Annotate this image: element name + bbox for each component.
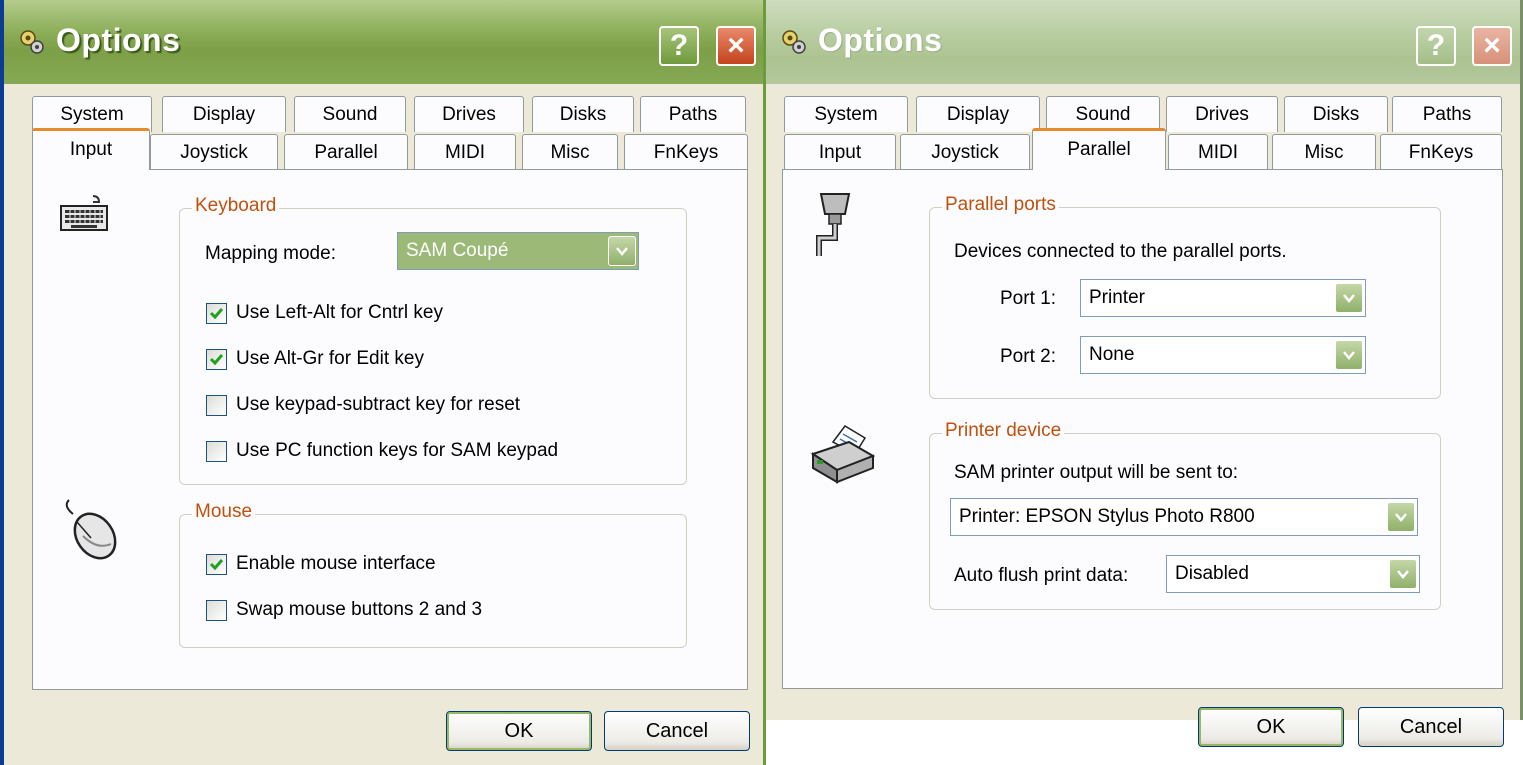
tab-sound[interactable]: Sound [1046,96,1160,132]
tab-midi[interactable]: MIDI [1168,134,1268,170]
tab-joystick[interactable]: Joystick [900,134,1030,170]
parallel-ports-group: Parallel ports Devices connected to the … [929,194,1441,399]
title-bar[interactable]: Options ? × [766,0,1520,84]
enable-mouse-checkbox[interactable] [206,554,227,575]
printer-device-group-label: Printer device [942,420,1065,442]
keypad-reset-checkbox[interactable] [206,395,227,416]
keyboard-icon [60,195,108,231]
port1-value: Printer [1089,287,1145,308]
window-title: Options [818,22,943,58]
keyboard-group: Keyboard Mapping mode: SAM Coupé Use Lef… [179,195,687,485]
tab-drives[interactable]: Drives [1166,96,1278,132]
parallel-ports-description: Devices connected to the parallel ports. [954,241,1287,262]
parallel-ports-group-label: Parallel ports [942,194,1059,216]
check-icon [209,354,224,366]
mouse-group-label: Mouse [192,501,256,523]
pc-function-keys-checkbox[interactable] [206,441,227,462]
printer-value: Printer: EPSON Stylus Photo R800 [959,506,1255,527]
parallel-cable-icon [816,193,851,256]
ok-button[interactable]: OK [446,711,592,751]
auto-flush-select[interactable]: Disabled [1166,555,1420,593]
swap-mouse-buttons-label[interactable]: Swap mouse buttons 2 and 3 [236,599,482,621]
port2-value: None [1089,344,1135,365]
tab-misc[interactable]: Misc [1272,134,1376,170]
tab-paths[interactable]: Paths [1392,96,1502,132]
dropdown-arrow-icon[interactable] [1335,340,1363,370]
tab-misc[interactable]: Misc [522,134,618,170]
printer-device-description: SAM printer output will be sent to: [954,462,1239,483]
printer-select[interactable]: Printer: EPSON Stylus Photo R800 [950,498,1418,536]
mouse-group: Mouse Enable mouse interface Swap mouse … [179,501,687,648]
port2-label: Port 2: [1000,346,1056,367]
left-alt-cntrl-label[interactable]: Use Left-Alt for Cntrl key [236,302,443,324]
options-dialog-parallel: Options ? × System Display Sound Drives … [766,0,1523,747]
options-dialog-input: Options ? × System Display Sound Drives … [0,0,766,765]
tab-joystick[interactable]: Joystick [150,134,278,170]
alt-gr-edit-checkbox[interactable] [206,349,227,370]
mouse-icon [65,499,117,560]
help-button[interactable]: ? [659,26,699,66]
dropdown-arrow-icon[interactable] [1389,559,1417,589]
tab-fnkeys[interactable]: FnKeys [1380,134,1502,170]
tab-midi[interactable]: MIDI [414,134,516,170]
cancel-button[interactable]: Cancel [1358,707,1504,747]
tab-disks[interactable]: Disks [1284,96,1388,132]
tab-fnkeys[interactable]: FnKeys [624,134,748,170]
tab-display[interactable]: Display [916,96,1040,132]
auto-flush-value: Disabled [1175,563,1249,584]
port1-select[interactable]: Printer [1080,279,1366,317]
keypad-reset-label[interactable]: Use keypad-subtract key for reset [236,394,520,416]
dropdown-arrow-icon[interactable] [1387,502,1415,532]
mapping-mode-label: Mapping mode: [205,243,336,264]
ok-button[interactable]: OK [1198,707,1344,747]
printer-icon [810,425,876,484]
window-title: Options [56,22,181,58]
close-button[interactable]: × [1472,26,1512,66]
tab-system[interactable]: System [32,96,152,132]
port1-label: Port 1: [1000,288,1056,309]
mapping-mode-select[interactable]: SAM Coupé [397,232,639,270]
printer-device-group: Printer device SAM printer output will b… [929,420,1441,610]
close-button[interactable]: × [716,26,756,66]
check-icon [209,559,224,571]
tab-input[interactable]: Input [784,134,896,170]
dropdown-arrow-icon[interactable] [1335,283,1363,313]
tab-paths[interactable]: Paths [640,96,746,132]
tab-parallel[interactable]: Parallel [284,134,408,170]
title-bar[interactable]: Options ? × [4,0,763,84]
mapping-mode-value: SAM Coupé [406,240,509,261]
auto-flush-label: Auto flush print data: [954,565,1129,586]
options-gear-icon [20,30,44,54]
tab-display[interactable]: Display [162,96,286,132]
pc-function-keys-label[interactable]: Use PC function keys for SAM keypad [236,440,558,462]
tab-system[interactable]: System [784,96,908,132]
dropdown-arrow-icon[interactable] [608,236,636,266]
tab-drives[interactable]: Drives [414,96,524,132]
swap-mouse-buttons-checkbox[interactable] [206,600,227,621]
enable-mouse-label[interactable]: Enable mouse interface [236,553,436,575]
tab-sound[interactable]: Sound [294,96,406,132]
options-gear-icon [782,30,806,54]
help-button[interactable]: ? [1416,26,1456,66]
tab-panel-input: Keyboard Mapping mode: SAM Coupé Use Lef… [32,169,748,690]
check-icon [209,308,224,320]
keyboard-group-label: Keyboard [192,195,280,217]
alt-gr-edit-label[interactable]: Use Alt-Gr for Edit key [236,348,424,370]
tab-parallel[interactable]: Parallel [1032,128,1166,170]
tab-disks[interactable]: Disks [532,96,634,132]
port2-select[interactable]: None [1080,336,1366,374]
cancel-button[interactable]: Cancel [604,711,750,751]
left-alt-cntrl-checkbox[interactable] [206,303,227,324]
tab-panel-parallel: Parallel ports Devices connected to the … [782,169,1503,689]
tab-input[interactable]: Input [32,128,150,170]
